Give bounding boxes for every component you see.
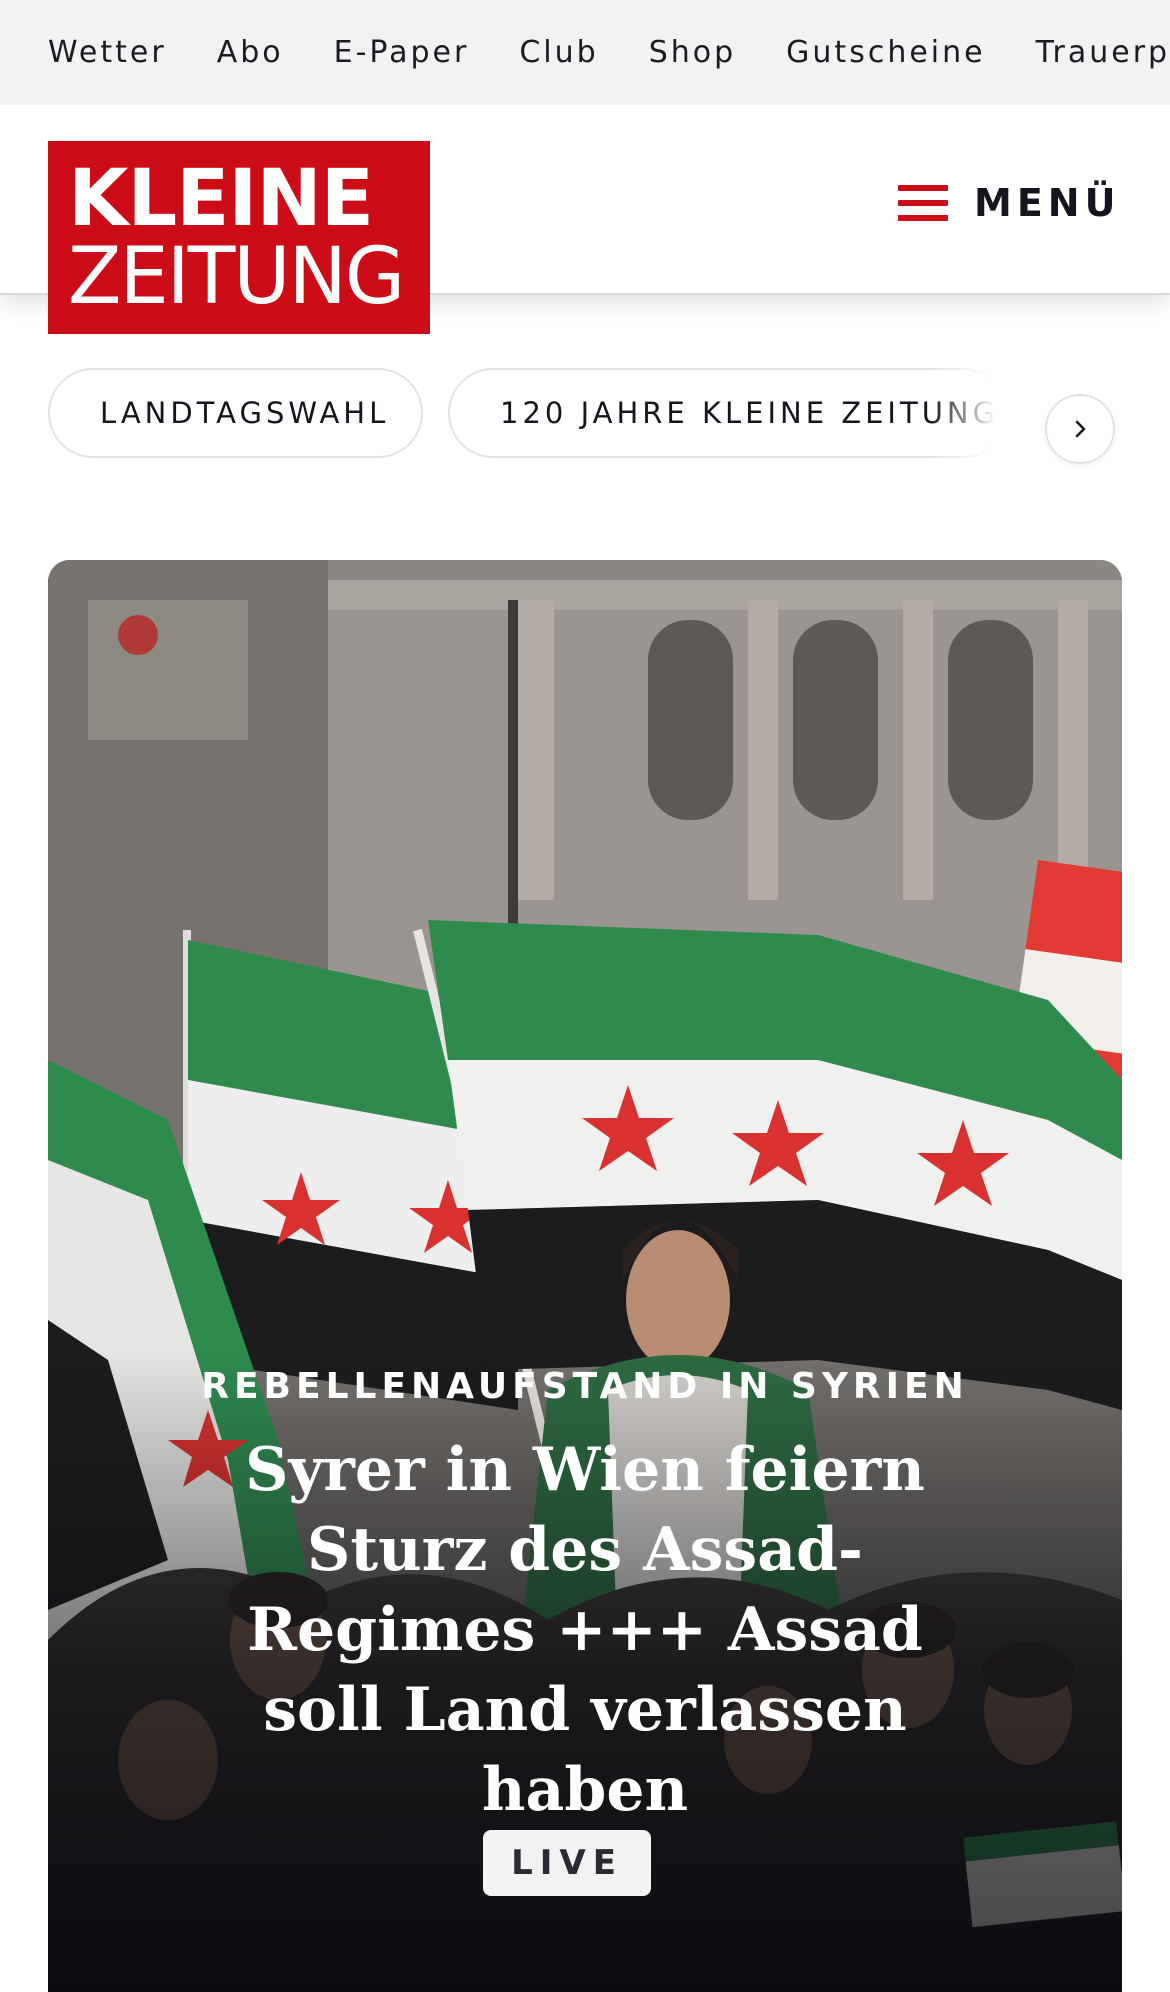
- hero-kicker: REBELLENAUFSTAND IN SYRIEN: [201, 1366, 969, 1407]
- kleine-zeitung-logo[interactable]: KLEINE ZEITUNG: [48, 141, 430, 334]
- topnav-link-abo[interactable]: Abo: [217, 35, 284, 70]
- live-badge: LIVE: [483, 1830, 651, 1896]
- topnav-link-epaper[interactable]: E-Paper: [334, 35, 470, 70]
- tag-chip-120-jahre[interactable]: 120 JAHRE KLEINE ZEITUNG: [448, 368, 1008, 458]
- topnav-link-trauerportal[interactable]: Trauerportal: [1036, 35, 1170, 70]
- hero-teaser[interactable]: REBELLENAUFSTAND IN SYRIEN Syrer in Wien…: [48, 560, 1122, 1992]
- topnav-link-shop[interactable]: Shop: [649, 35, 736, 70]
- menu-label: MENÜ: [974, 181, 1121, 225]
- chips-next-button[interactable]: [1045, 394, 1115, 464]
- chevron-right-icon: [1075, 420, 1086, 438]
- chips-fade-overlay: [930, 368, 1040, 508]
- topnav-link-club[interactable]: Club: [519, 35, 598, 70]
- hero-headline[interactable]: Syrer in Wien feiern Sturz des Assad-Reg…: [178, 1430, 992, 1830]
- hamburger-icon: [898, 185, 948, 221]
- top-utility-nav: Wetter Abo E-Paper Club Shop Gutscheine …: [0, 0, 1170, 105]
- tag-chip-landtagswahl[interactable]: LANDTAGSWAHL: [48, 368, 423, 458]
- topic-chips: LANDTAGSWAHL 120 JAHRE KLEINE ZEITUNG: [0, 368, 1170, 508]
- topnav-link-wetter[interactable]: Wetter: [48, 35, 167, 70]
- topnav-link-gutscheine[interactable]: Gutscheine: [786, 35, 985, 70]
- site-header: KLEINE ZEITUNG MENÜ: [0, 105, 1170, 334]
- logo-line-1: KLEINE: [68, 153, 374, 244]
- logo-line-2: ZEITUNG: [68, 231, 405, 322]
- menu-button[interactable]: MENÜ: [898, 168, 1120, 238]
